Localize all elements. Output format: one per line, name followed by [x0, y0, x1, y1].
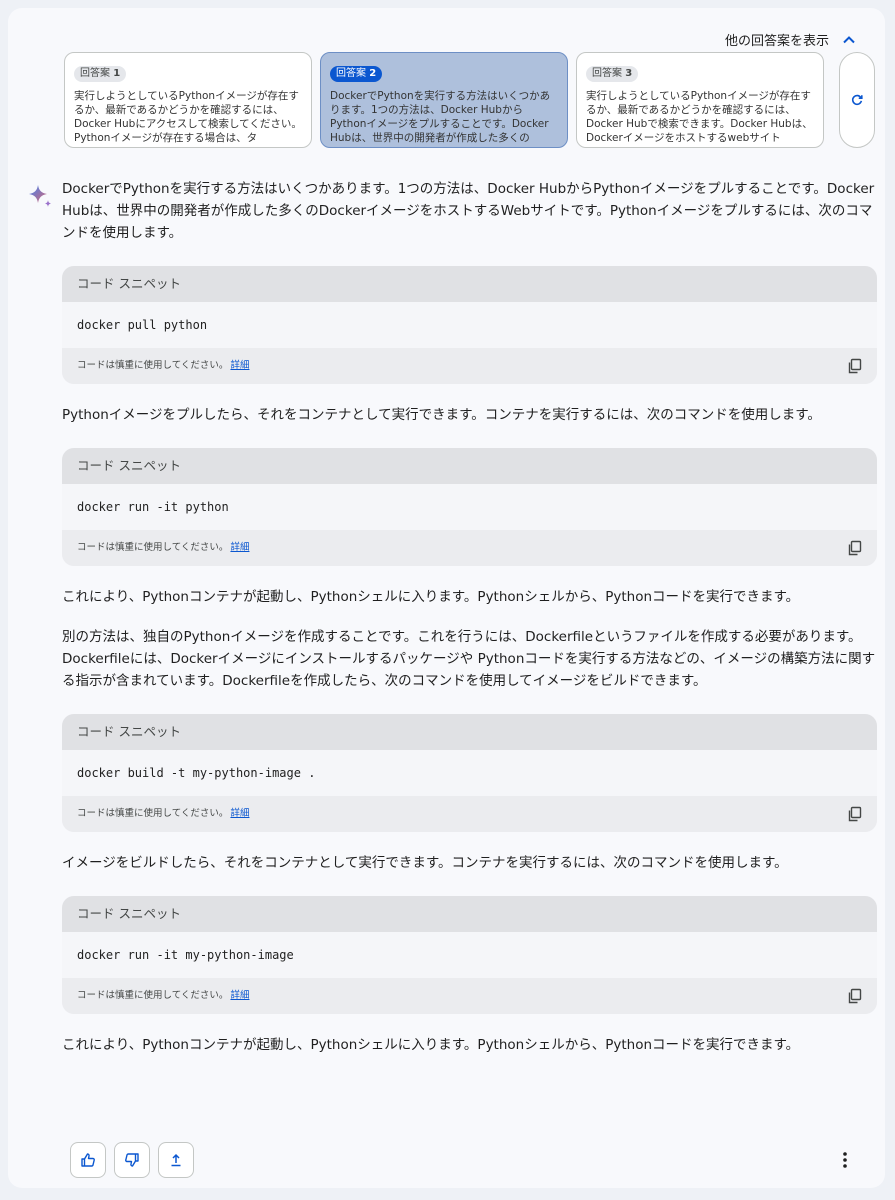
response-paragraph: これにより、Pythonコンテナが起動し、Pythonシェルに入ります。Pyth… [62, 589, 800, 605]
code-caution-note: コードは慎重に使用してください。 [77, 808, 229, 819]
code-snippet-footer: コードは慎重に使用してください。 詳細 [62, 348, 877, 384]
copy-icon[interactable] [847, 806, 863, 822]
draft-preview: 実行しようとしているPythonイメージが存在するか、最新であるかどうかを確認す… [74, 90, 302, 144]
copy-icon[interactable] [847, 358, 863, 374]
response-paragraph: 別の方法は、独自のPythonイメージを作成することです。これを行うには、Doc… [62, 629, 876, 689]
show-drafts-toggle[interactable]: 他の回答案を表示 [725, 30, 857, 49]
code-snippet-header: コード スニペット [62, 266, 877, 302]
feedback-actions [70, 1142, 194, 1178]
learn-more-link[interactable]: 詳細 [230, 990, 249, 1001]
code-caution-note: コードは慎重に使用してください。 [77, 360, 229, 371]
regenerate-drafts-button[interactable] [839, 52, 875, 148]
share-button[interactable] [158, 1142, 194, 1178]
code-snippet: コード スニペット docker build -t my-python-imag… [62, 714, 877, 832]
response-content: DockerでPythonを実行する方法はいくつかあります。1つの方法は、Doc… [62, 178, 877, 1056]
draft-badge-label: 回答案 [336, 68, 366, 79]
dislike-button[interactable] [114, 1142, 150, 1178]
thumb-down-icon [125, 1153, 139, 1167]
code-snippet-footer: コードは慎重に使用してください。 詳細 [62, 978, 877, 1014]
more-vert-icon[interactable] [835, 1150, 855, 1170]
code-text[interactable]: docker pull python [62, 302, 877, 348]
code-snippet-header: コード スニペット [62, 896, 877, 932]
draft-badge: 回答案 2 [330, 66, 383, 82]
code-snippet-footer: コードは慎重に使用してください。 詳細 [62, 796, 877, 832]
code-snippet: コード スニペット docker pull python コードは慎重に使用して… [62, 266, 877, 384]
code-text[interactable]: docker run -it my-python-image [62, 932, 877, 978]
chevron-up-icon [843, 35, 855, 43]
refresh-icon [851, 94, 863, 106]
learn-more-link[interactable]: 詳細 [230, 808, 249, 819]
code-text[interactable]: docker run -it python [62, 484, 877, 530]
code-snippet: コード スニペット docker run -it my-python-image… [62, 896, 877, 1014]
code-snippet-header: コード スニペット [62, 714, 877, 750]
code-snippet-header: コード スニペット [62, 448, 877, 484]
show-drafts-label: 他の回答案を表示 [724, 34, 829, 49]
learn-more-link[interactable]: 詳細 [230, 542, 249, 553]
code-caution-note: コードは慎重に使用してください。 [77, 990, 229, 1001]
learn-more-link[interactable]: 詳細 [230, 360, 249, 371]
draft-number: 1 [113, 68, 121, 79]
thumb-up-icon [81, 1153, 95, 1167]
draft-preview: 実行しようとしているPythonイメージが存在するか、最新であるかどうかを確認す… [586, 90, 813, 144]
copy-icon[interactable] [847, 988, 863, 1004]
draft-badge: 回答案 3 [586, 66, 639, 82]
draft-badge-label: 回答案 [80, 68, 110, 79]
code-snippet: コード スニペット docker run -it python コードは慎重に使… [62, 448, 877, 566]
sparkle-icon [29, 185, 51, 207]
response-paragraph: DockerでPythonを実行する方法はいくつかあります。1つの方法は、Doc… [62, 181, 875, 241]
draft-preview: DockerでPythonを実行する方法はいくつかあります。1つの方法は、Doc… [330, 90, 551, 144]
draft-badge-label: 回答案 [592, 68, 622, 79]
draft-number: 2 [369, 68, 377, 79]
code-caution-note: コードは慎重に使用してください。 [77, 542, 229, 553]
draft-number: 3 [625, 68, 633, 79]
draft-badge: 回答案 1 [74, 66, 127, 82]
response-card: 他の回答案を表示 回答案 1 実行しようとしているPythonイメージが存在する… [8, 8, 885, 1188]
like-button[interactable] [70, 1142, 106, 1178]
drafts-row: 回答案 1 実行しようとしているPythonイメージが存在するか、最新であるかど… [64, 52, 875, 150]
response-paragraph: これにより、Pythonコンテナが起動し、Pythonシェルに入ります。Pyth… [62, 1037, 800, 1053]
response-paragraph: イメージをビルドしたら、それをコンテナとして実行できます。コンテナを実行するには… [62, 855, 788, 871]
draft-3[interactable]: 回答案 3 実行しようとしているPythonイメージが存在するか、最新であるかど… [576, 52, 824, 148]
draft-1[interactable]: 回答案 1 実行しようとしているPythonイメージが存在するか、最新であるかど… [64, 52, 312, 148]
copy-icon[interactable] [847, 540, 863, 556]
response-paragraph: Pythonイメージをプルしたら、それをコンテナとして実行できます。コンテナを実… [62, 407, 821, 423]
share-icon [171, 1153, 181, 1167]
code-text[interactable]: docker build -t my-python-image . [62, 750, 877, 796]
code-snippet-footer: コードは慎重に使用してください。 詳細 [62, 530, 877, 566]
draft-2[interactable]: 回答案 2 DockerでPythonを実行する方法はいくつかあります。1つの方… [320, 52, 568, 148]
